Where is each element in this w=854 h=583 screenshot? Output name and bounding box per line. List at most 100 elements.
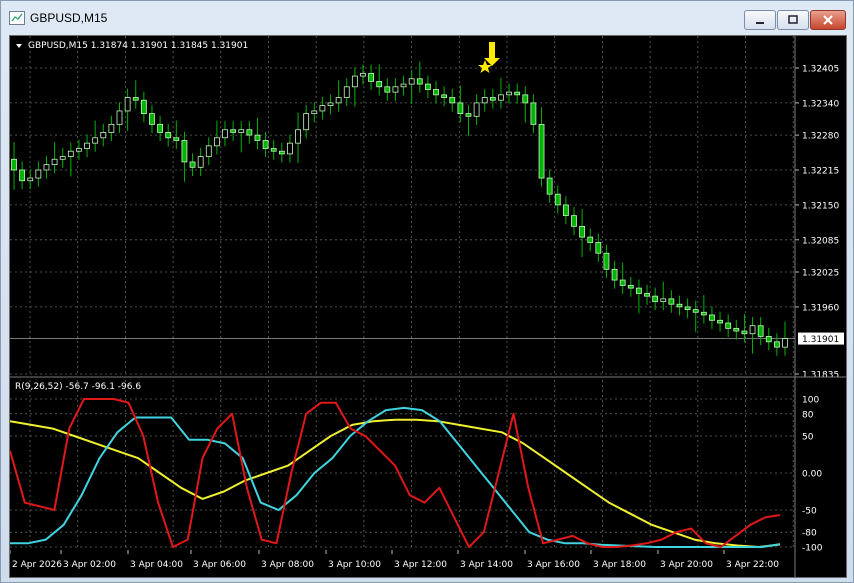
candle-body [416,78,423,85]
indicator-level-label: -50 [802,507,817,517]
candle-body [149,113,155,125]
candle-body [546,177,553,195]
candle-body [441,94,448,98]
title-bar[interactable]: GBPUSD,M15 [1,1,853,35]
indicator-header: R(9,26,52) -56.7 -96.1 -96.6 [15,382,141,392]
candle-body [433,89,439,96]
window-title: GBPUSD,M15 [30,11,108,25]
price-label: 1.32025 [802,269,839,279]
time-label: 3 Apr 12:00 [394,560,447,570]
candle-body [587,236,594,243]
terminal-window: GBPUSD,M15 1.32405 1.32340 1.32280 1.32215 1… [0,0,854,583]
candle-body [303,113,310,131]
candle-body [684,306,691,310]
candle-body [132,97,139,101]
candle-body [644,293,650,297]
maximize-button[interactable] [777,10,809,30]
candle-body [43,164,50,171]
candle-body [554,193,561,206]
candle-body [262,140,269,149]
candle-body [140,99,147,115]
candle-body [465,113,472,117]
candle-body [717,319,723,324]
candle-body [368,72,374,82]
candle-body [506,91,512,96]
candle-body [124,97,131,112]
price-label: 1.32405 [802,65,839,75]
candle-body [473,102,480,117]
candle-body [773,341,780,348]
candle-body [392,86,399,93]
candle-body [449,97,456,104]
candle-body [692,309,699,313]
maximize-icon [788,15,798,24]
candle-body [489,97,496,101]
indicator-level-label: -80 [802,529,817,539]
candle-body [197,156,204,168]
price-label: 1.31960 [802,303,839,313]
close-button[interactable] [810,10,846,30]
candle-body [360,72,366,77]
candle-body [562,204,569,217]
chart-menu-arrow-icon[interactable] [16,44,22,48]
candlesticks [11,61,788,356]
candle-body [173,137,180,141]
candle-body [481,97,488,104]
candle-body [376,81,383,88]
candle-body [59,156,66,160]
candle-body [733,327,740,332]
price-label: 1.32280 [802,132,839,142]
candle-body [343,86,350,98]
candle-body [522,94,529,104]
chart-header: GBPUSD,M15 1.31874 1.31901 1.31845 1.319… [28,41,248,51]
candle-body [611,268,618,281]
indicator-level-label: -100 [802,544,823,554]
time-label: 3 Apr 04:00 [130,560,183,570]
candle-body [700,311,707,316]
indicator-level-label: 0.00 [802,470,822,480]
candle-body [35,169,42,179]
time-label: 3 Apr 16:00 [527,560,580,570]
candle-body [351,75,358,88]
candle-body [668,298,675,305]
candle-body [100,132,107,139]
indicator-level-label: 100 [802,396,819,406]
candle-body [384,86,391,93]
time-label: 3 Apr 02:00 [63,560,116,570]
candle-body [741,330,748,335]
chart-area[interactable]: 1.32405 1.32340 1.32280 1.32215 1.32150 1.320… [9,35,847,578]
candle-body [457,102,464,115]
candle-body [514,91,521,96]
candle-body [400,83,407,88]
time-label: 3 Apr 14:00 [460,560,513,570]
minimize-button[interactable] [744,10,776,30]
candle-body [530,102,537,125]
candle-body [319,105,326,112]
indicator-slow-line [10,418,781,548]
signal-arrow-icon [484,42,500,66]
candle-body [254,134,261,141]
candle-body [749,325,756,335]
time-label: 3 Apr 20:00 [660,560,713,570]
axis-labels: 1.32405 1.32340 1.32280 1.32215 1.32150 1.320… [10,65,844,570]
candle-body [425,83,431,90]
candle-body [595,242,602,254]
time-label: 3 Apr 08:00 [261,560,314,570]
indicator-level-label: 50 [802,433,814,443]
candle-body [165,132,172,139]
candle-body [287,142,293,155]
time-label: 2 Apr 2026 [12,560,62,570]
indicator-level-label: 80 [802,410,814,420]
candle-body [67,150,74,157]
candle-body [189,161,196,168]
candle-body [660,298,667,302]
candle-body [327,102,334,106]
time-label: 3 Apr 06:00 [193,560,246,570]
candle-body [408,78,415,85]
candle-body [709,314,715,321]
candle-body [27,177,34,182]
candle-body [92,137,99,144]
candle-body [782,338,788,348]
time-label: 3 Apr 10:00 [328,560,381,570]
price-chart[interactable]: 1.32405 1.32340 1.32280 1.32215 1.32150 1.320… [10,36,846,577]
